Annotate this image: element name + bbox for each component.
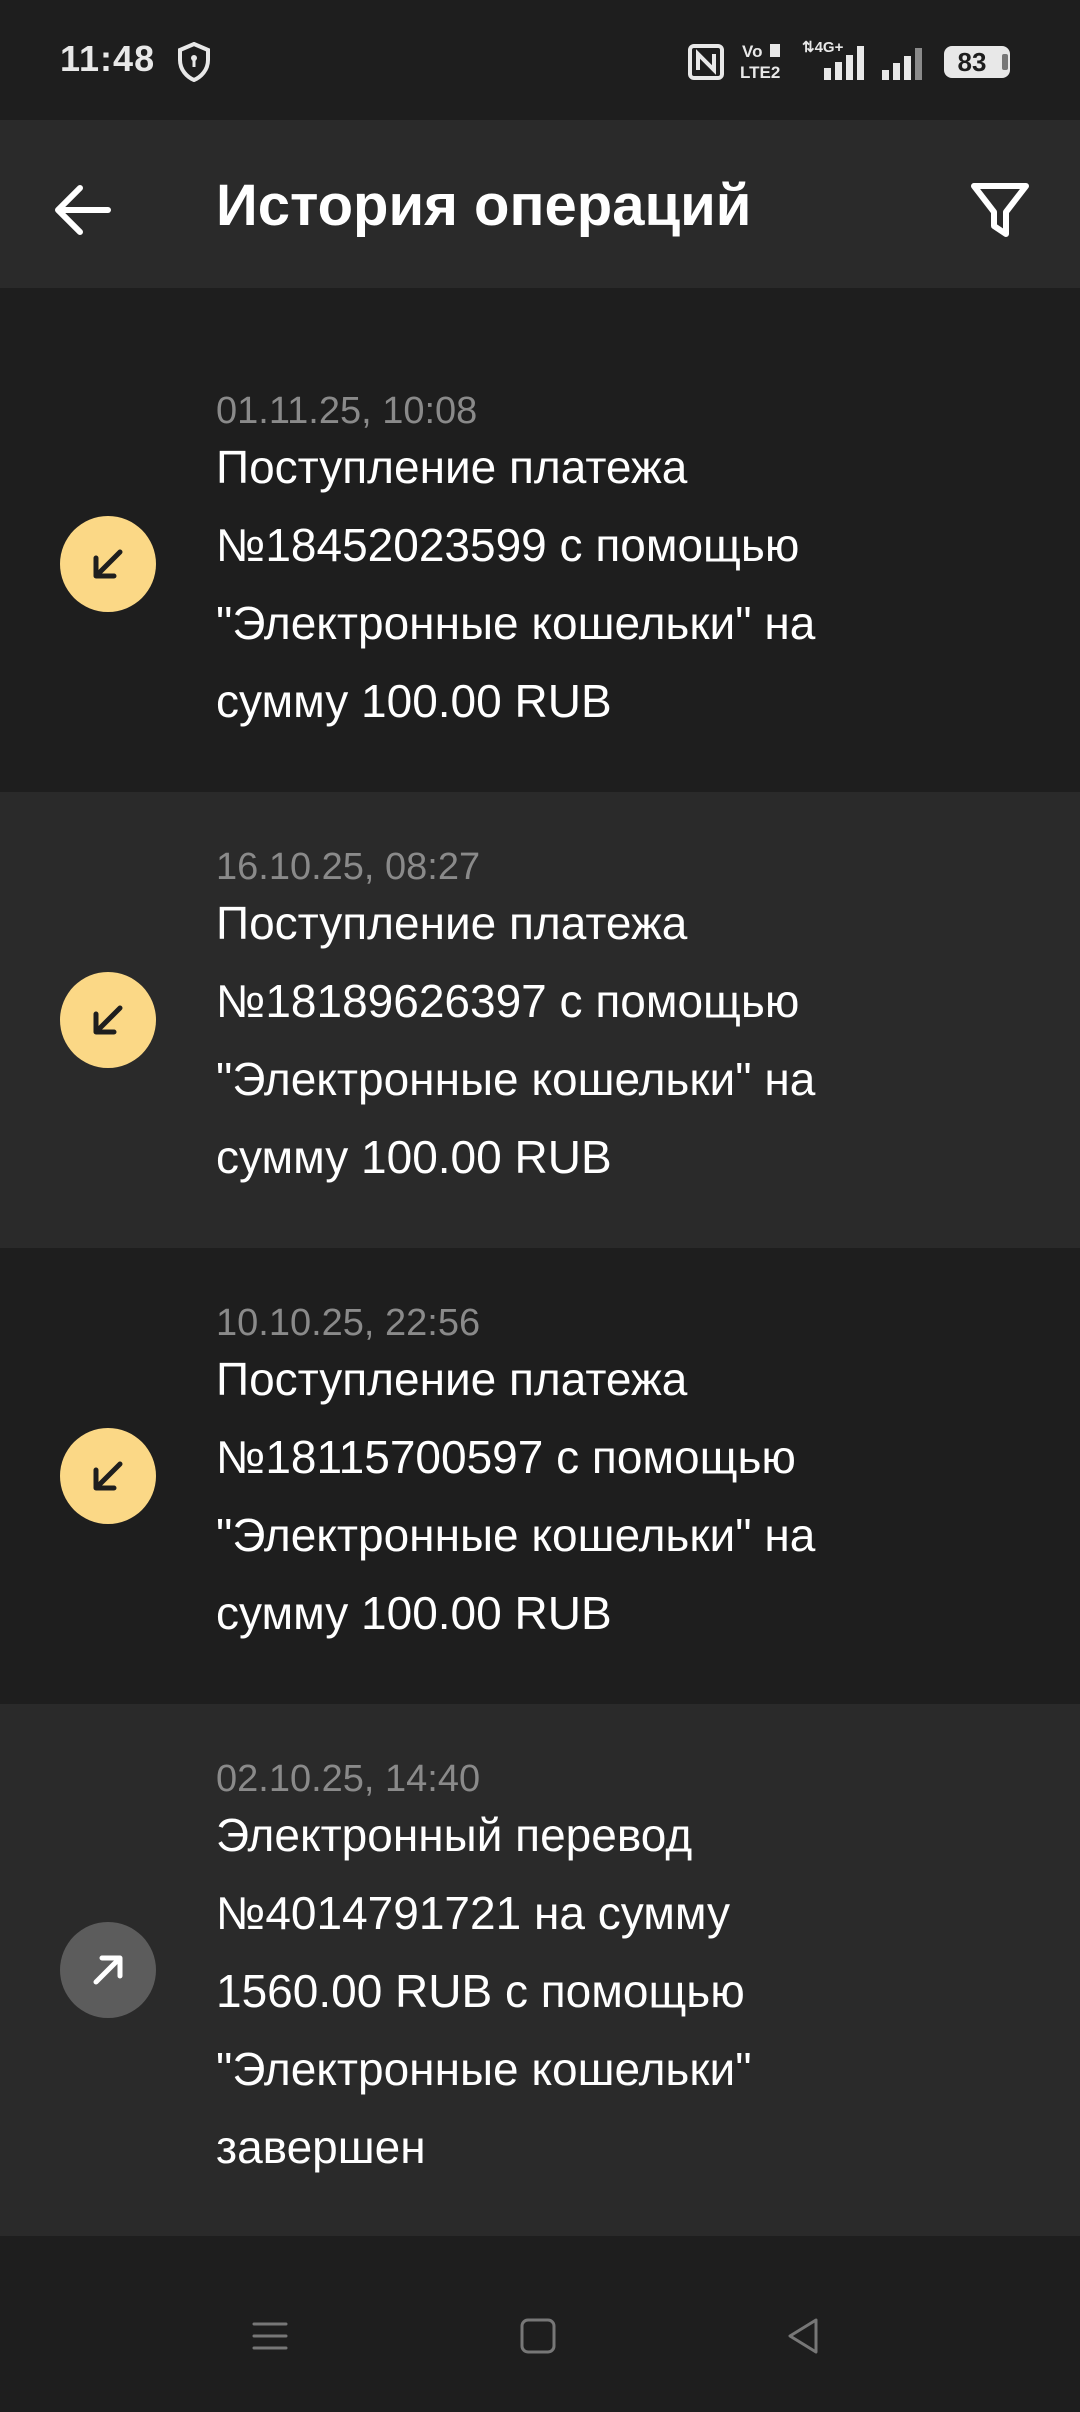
description-line: №18189626397 с помощью: [216, 975, 800, 1027]
battery-cap: [1002, 54, 1008, 70]
svg-text:Vo: Vo: [742, 42, 762, 61]
battery-icon: 83: [944, 46, 1010, 78]
battery-level: 83: [957, 47, 987, 77]
description-line: №4014791721 на сумму: [216, 1887, 730, 1939]
home-square-icon[interactable]: [518, 2316, 558, 2356]
transaction-description: Поступление платежа №18189626397 с помощ…: [216, 884, 1036, 1196]
screen: 11:48 Vo LTE2 ⇅4G+ 83 История операций 0…: [0, 0, 1080, 2412]
back-triangle-icon[interactable]: [784, 2316, 824, 2356]
status-time: 11:48: [60, 38, 156, 79]
description-line: Поступление платежа: [216, 441, 688, 493]
transaction-description: Поступление платежа №18115700597 с помощ…: [216, 1340, 1036, 1652]
description-line: сумму 100.00 RUB: [216, 1587, 612, 1639]
nfc-icon: [688, 44, 724, 80]
description-line: Электронный перевод: [216, 1809, 693, 1861]
transaction-date: 01.11.25, 10:08: [216, 390, 478, 432]
shield-icon: [178, 42, 210, 82]
transaction-item[interactable]: 16.10.25, 08:27 Поступление платежа №181…: [0, 792, 1080, 1248]
system-nav-bar: [0, 2236, 1080, 2412]
svg-text:⇅4G+: ⇅4G+: [802, 39, 844, 56]
transaction-date: 10.10.25, 22:56: [216, 1302, 481, 1344]
incoming-arrow-icon: [60, 972, 156, 1068]
description-line: завершен: [216, 2121, 426, 2173]
transaction-description: Поступление платежа №18452023599 с помощ…: [216, 428, 1036, 740]
description-line: №18452023599 с помощью: [216, 519, 800, 571]
incoming-arrow-icon: [60, 516, 156, 612]
description-line: сумму 100.00 RUB: [216, 1131, 612, 1183]
description-line: "Электронные кошельки" на: [216, 597, 816, 649]
outgoing-arrow-icon: [60, 1922, 156, 2018]
description-line: №18115700597 с помощью: [216, 1431, 796, 1483]
transaction-item[interactable]: 10.10.25, 22:56 Поступление платежа №181…: [0, 1248, 1080, 1704]
transaction-item[interactable]: 01.11.25, 10:08 Поступление платежа №184…: [0, 288, 1080, 792]
description-line: Поступление платежа: [216, 1353, 688, 1405]
transaction-description: Электронный перевод №4014791721 на сумму…: [216, 1796, 1036, 2186]
transaction-item[interactable]: 02.10.25, 14:40 Электронный перевод №401…: [0, 1704, 1080, 2238]
incoming-arrow-icon: [60, 1428, 156, 1524]
transaction-date: 16.10.25, 08:27: [216, 846, 481, 888]
description-line: "Электронные кошельки" на: [216, 1053, 816, 1105]
description-line: "Электронные кошельки" на: [216, 1509, 816, 1561]
signal-4g-icon: ⇅4G+: [802, 39, 864, 80]
menu-icon[interactable]: [250, 2316, 290, 2356]
status-bar: 11:48 Vo LTE2 ⇅4G+ 83: [0, 0, 1080, 120]
signal-icon: [882, 48, 922, 80]
description-line: сумму 100.00 RUB: [216, 675, 612, 727]
app-header: История операций: [0, 120, 1080, 288]
transaction-date: 02.10.25, 14:40: [216, 1758, 481, 1800]
volte-icon: Vo LTE2: [740, 42, 780, 82]
description-line: 1560.00 RUB с помощью: [216, 1965, 745, 2017]
arrow-left-icon[interactable]: [44, 174, 124, 246]
description-line: Поступление платежа: [216, 897, 688, 949]
filter-icon[interactable]: [964, 174, 1036, 246]
page-title: История операций: [216, 173, 752, 238]
description-line: "Электронные кошельки": [216, 2043, 752, 2095]
svg-text:LTE2: LTE2: [740, 63, 780, 82]
